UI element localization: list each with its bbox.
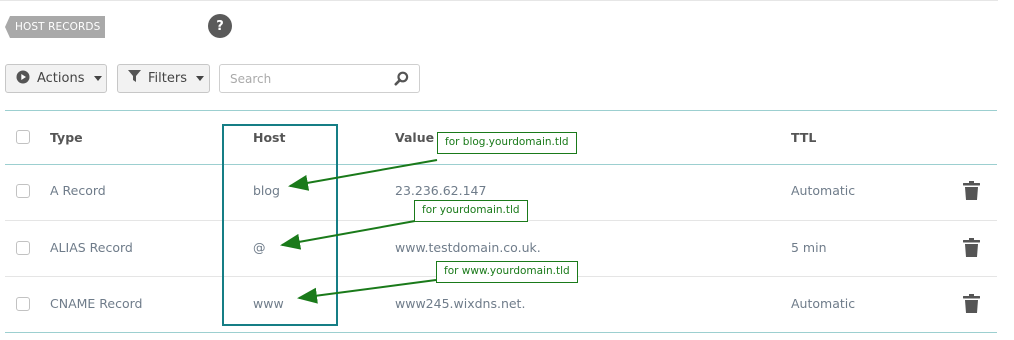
- annotation-label-blog: for blog.yourdomain.tld: [437, 132, 577, 154]
- annotation-label-www: for www.yourdomain.tld: [436, 261, 578, 283]
- annotation-arrow-root: [280, 220, 416, 250]
- annotation-arrows: [280, 159, 438, 304]
- annotation-arrow-blog: [288, 159, 438, 191]
- annotation-label-root: for yourdomain.tld: [414, 200, 528, 222]
- annotation-arrow-www: [297, 279, 437, 304]
